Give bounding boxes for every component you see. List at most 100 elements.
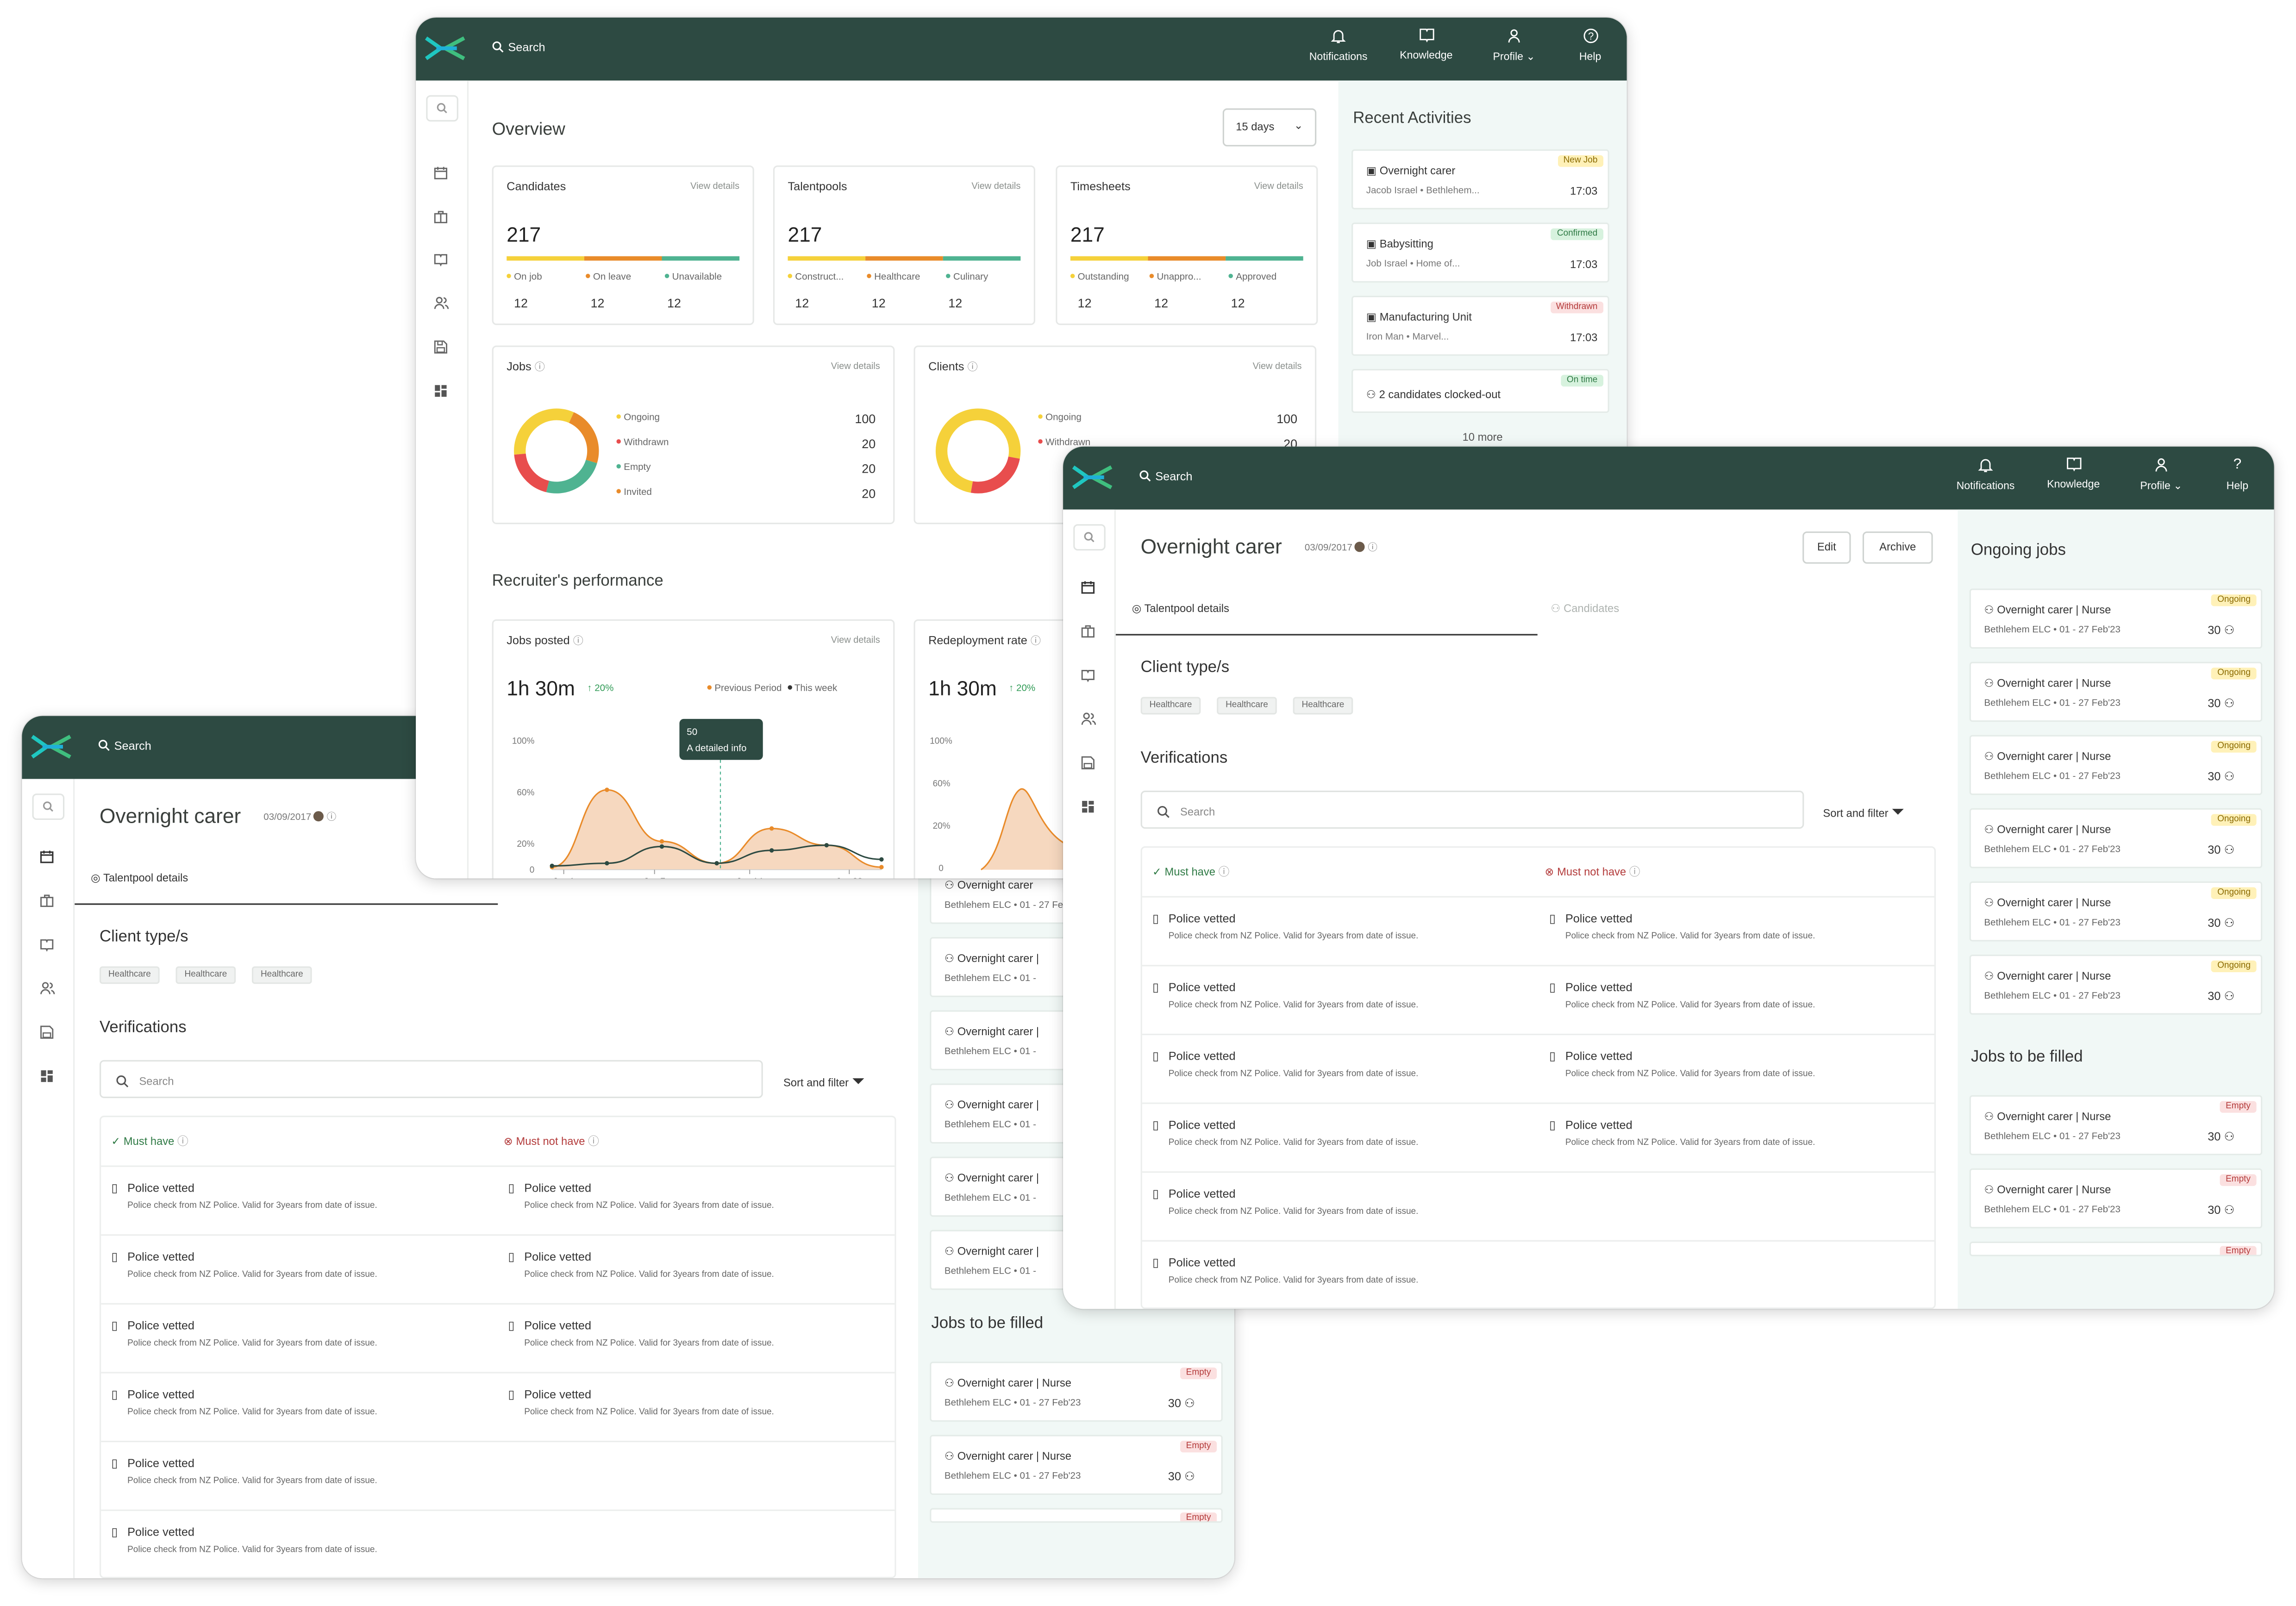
- verification-item[interactable]: ▯ Police vetted Police check from NZ Polic…: [1152, 1050, 1418, 1079]
- dashboard-icon[interactable]: [1081, 800, 1095, 814]
- unfilled-job-card[interactable]: Empty: [1969, 1241, 2263, 1256]
- global-search[interactable]: Search: [492, 41, 545, 54]
- verification-item[interactable]: ▯ Police vetted Police check from NZ Polic…: [111, 1181, 377, 1211]
- nav-profile[interactable]: Profile ⌄: [1470, 18, 1558, 81]
- verification-item[interactable]: ▯ Police vetted Police check from NZ Polic…: [1549, 912, 1815, 941]
- people-icon: ⚇: [944, 1098, 955, 1112]
- verification-item[interactable]: ▯ Police vetted Police check from NZ Polic…: [111, 1388, 377, 1417]
- calendar-icon[interactable]: [433, 165, 448, 180]
- ongoing-job-card[interactable]: ⚇ Overnight carer | Nurse Bethlehem ELC •…: [1969, 588, 2263, 649]
- save-icon[interactable]: [1081, 756, 1095, 770]
- unfilled-job-card[interactable]: ⚇ Overnight carer | Nurse Bethlehem ELC •…: [1969, 1095, 2263, 1156]
- data-point-this-week[interactable]: [714, 861, 719, 866]
- global-search[interactable]: Search: [98, 739, 151, 753]
- verification-item[interactable]: ▯ Police vetted Police check from NZ Polic…: [111, 1319, 377, 1349]
- data-point-this-week[interactable]: [824, 843, 829, 848]
- unfilled-job-card[interactable]: ⚇ Overnight carer | Nurse Bethlehem ELC •…: [930, 1435, 1223, 1495]
- ongoing-job-card[interactable]: ⚇ Overnight carer | Nurse Bethlehem ELC •…: [1969, 662, 2263, 722]
- tab-talentpool-details[interactable]: ◎ Talentpool details: [1132, 602, 1229, 615]
- global-search[interactable]: Search: [1139, 470, 1192, 483]
- tab-talentpool-details[interactable]: ◎ Talentpool details: [91, 871, 188, 884]
- ongoing-job-card[interactable]: ⚇ Overnight carer | Nurse Bethlehem ELC •…: [1969, 881, 2263, 942]
- nav-profile[interactable]: Profile ⌄: [2117, 447, 2205, 510]
- view-details-link[interactable]: View details: [831, 362, 880, 372]
- book-icon[interactable]: [1081, 668, 1095, 682]
- view-details-link[interactable]: View details: [971, 181, 1020, 192]
- verification-item[interactable]: ▯ Police vetted Police check from NZ Polic…: [1549, 1119, 1815, 1148]
- nav-knowledge[interactable]: Knowledge: [1382, 18, 1470, 81]
- briefcase-icon[interactable]: [433, 209, 448, 224]
- verification-item[interactable]: ▯ Police vetted Police check from NZ Polic…: [508, 1250, 774, 1280]
- data-point-previous[interactable]: [659, 839, 664, 844]
- archive-button[interactable]: Archive: [1862, 531, 1933, 564]
- verification-item[interactable]: ▯ Police vetted Police check from NZ Polic…: [111, 1457, 377, 1486]
- nav-notifications[interactable]: Notifications: [1295, 18, 1383, 81]
- dashboard-icon[interactable]: [39, 1069, 54, 1084]
- unfilled-job-card[interactable]: Empty: [930, 1508, 1223, 1523]
- sidebar-search[interactable]: [1073, 524, 1106, 551]
- nav-help[interactable]: ? Help: [2205, 447, 2270, 510]
- users-icon[interactable]: [1081, 712, 1097, 726]
- book-icon[interactable]: [39, 937, 54, 952]
- verification-item[interactable]: ▯ Police vetted Police check from NZ Polic…: [1152, 1256, 1418, 1286]
- save-icon[interactable]: [433, 340, 448, 355]
- users-icon[interactable]: [433, 296, 450, 311]
- view-details-link[interactable]: View details: [831, 636, 880, 646]
- view-details-link[interactable]: View details: [1253, 362, 1302, 372]
- verification-item[interactable]: ▯ Police vetted Police check from NZ Polic…: [1549, 1050, 1815, 1079]
- nav-help[interactable]: ? Help: [1558, 18, 1622, 81]
- data-point-previous[interactable]: [879, 865, 884, 869]
- sidebar-search[interactable]: [426, 95, 458, 122]
- verification-item[interactable]: ▯ Police vetted Police check from NZ Polic…: [111, 1250, 377, 1280]
- verification-item[interactable]: ▯ Police vetted Police check from NZ Polic…: [1152, 1119, 1418, 1148]
- data-point-this-week[interactable]: [550, 863, 555, 868]
- sort-filter-button[interactable]: Sort and filter ⏷: [1823, 804, 1904, 823]
- activity-item[interactable]: ▣ Overnight carer Jacob Israel • Bethleh…: [1351, 149, 1609, 210]
- verification-item[interactable]: ▯ Police vetted Police check from NZ Polic…: [508, 1388, 774, 1417]
- ongoing-job-card[interactable]: ⚇ Overnight carer | Nurse Bethlehem ELC •…: [1969, 955, 2263, 1015]
- tab-candidates[interactable]: ⚇ Candidates: [1551, 602, 1619, 615]
- briefcase-icon[interactable]: [39, 893, 54, 908]
- data-point-this-week[interactable]: [659, 844, 664, 849]
- verification-item[interactable]: ▯ Police vetted Police check from NZ Polic…: [111, 1525, 377, 1555]
- save-icon[interactable]: [39, 1025, 54, 1040]
- calendar-icon[interactable]: [39, 849, 54, 864]
- nav-knowledge[interactable]: Knowledge: [2029, 447, 2117, 510]
- activity-item[interactable]: ▣ Babysitting Job Israel • Home of... 17…: [1351, 222, 1609, 283]
- data-point-this-week[interactable]: [605, 861, 609, 866]
- verification-item[interactable]: ▯ Police vetted Police check from NZ Polic…: [1152, 981, 1418, 1010]
- edit-button[interactable]: Edit: [1802, 531, 1851, 564]
- date-range-select[interactable]: 15 days ⌄: [1222, 108, 1317, 147]
- activity-item[interactable]: ⚇ 2 candidates clocked-out On time: [1351, 369, 1609, 413]
- data-point-previous[interactable]: [605, 787, 609, 792]
- sort-filter-button[interactable]: Sort and filter ⏷: [783, 1073, 865, 1092]
- dashboard-icon[interactable]: [433, 384, 448, 399]
- sidebar-search[interactable]: [32, 794, 65, 820]
- people-icon: ⚇: [2224, 989, 2235, 1003]
- ongoing-job-card[interactable]: ⚇ Overnight carer | Nurse Bethlehem ELC •…: [1969, 808, 2263, 869]
- data-point-this-week[interactable]: [879, 857, 884, 862]
- verifications-search-input[interactable]: Search: [1140, 790, 1804, 829]
- activity-item[interactable]: ▣ Manufacturing Unit Iron Man • Marvel..…: [1351, 295, 1609, 356]
- verification-item[interactable]: ▯ Police vetted Police check from NZ Polic…: [508, 1319, 774, 1349]
- users-icon[interactable]: [39, 981, 56, 996]
- info-icon: ⓘ: [326, 812, 337, 823]
- nav-notifications[interactable]: Notifications: [1942, 447, 2030, 510]
- verification-item[interactable]: ▯ Police vetted Police check from NZ Polic…: [1152, 1187, 1418, 1217]
- data-point-this-week[interactable]: [769, 848, 774, 853]
- verification-item[interactable]: ▯ Police vetted Police check from NZ Polic…: [508, 1181, 774, 1211]
- unfilled-job-card[interactable]: ⚇ Overnight carer | Nurse Bethlehem ELC •…: [1969, 1168, 2263, 1229]
- people-icon: ⚇: [1984, 750, 1994, 763]
- more-activities-link[interactable]: 10 more: [1339, 431, 1627, 444]
- verifications-search-input[interactable]: Search: [100, 1060, 763, 1098]
- view-details-link[interactable]: View details: [1254, 181, 1303, 192]
- view-details-link[interactable]: View details: [690, 181, 739, 192]
- data-point-previous[interactable]: [769, 826, 774, 831]
- calendar-icon[interactable]: [1081, 580, 1095, 594]
- briefcase-icon[interactable]: [1081, 624, 1095, 638]
- unfilled-job-card[interactable]: ⚇ Overnight carer | Nurse Bethlehem ELC •…: [930, 1362, 1223, 1422]
- book-icon[interactable]: [433, 252, 448, 267]
- verification-item[interactable]: ▯ Police vetted Police check from NZ Polic…: [1152, 912, 1418, 941]
- ongoing-job-card[interactable]: ⚇ Overnight carer | Nurse Bethlehem ELC •…: [1969, 735, 2263, 795]
- verification-item[interactable]: ▯ Police vetted Police check from NZ Polic…: [1549, 981, 1815, 1010]
